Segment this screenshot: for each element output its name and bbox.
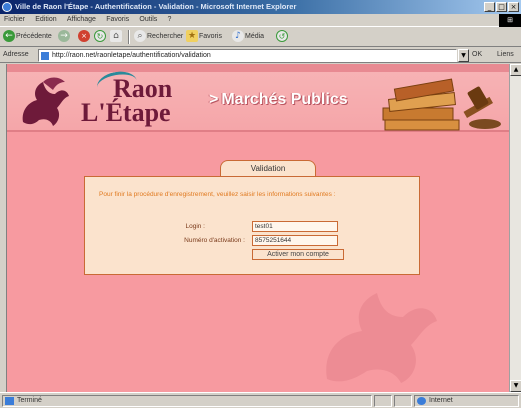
section-title-text: Marchés Publics <box>221 91 348 108</box>
media-button[interactable]: ♪ Média <box>232 30 264 44</box>
home-button[interactable]: ⌂ <box>110 30 123 44</box>
history-button[interactable]: ↺ <box>276 30 289 44</box>
zone-label: Internet <box>429 397 453 404</box>
login-field[interactable]: test01 <box>252 221 338 232</box>
refresh-icon: ↻ <box>94 30 106 43</box>
favorites-button[interactable]: ★ Favoris <box>186 30 222 44</box>
status-cell <box>374 395 392 407</box>
forward-button[interactable]: → <box>58 30 71 44</box>
address-url: http://raon.net/raonletape/authentificat… <box>52 52 211 59</box>
go-button[interactable]: OK <box>472 51 482 58</box>
back-label: Précédente <box>16 33 52 40</box>
standard-toolbar: ← Précédente → × ↻ ⌂ ⌕ Rechercher ★ Favoris… <box>0 27 521 47</box>
banner-top-strip <box>7 64 509 72</box>
stop-icon: × <box>78 30 90 43</box>
home-icon: ⌂ <box>110 30 122 43</box>
tab-validation: Validation <box>220 160 316 177</box>
menu-item-tools[interactable]: Outils <box>135 14 161 25</box>
close-button[interactable]: × <box>508 2 519 12</box>
toolbar-separator <box>128 30 130 44</box>
back-arrow-icon: ← <box>3 30 15 43</box>
menu-bar: Fichier Edition Affichage Favoris Outils… <box>0 14 521 27</box>
page-status-icon <box>5 397 14 405</box>
search-label: Rechercher <box>147 33 184 40</box>
stop-button[interactable]: × <box>78 30 91 44</box>
maximize-button[interactable]: □ <box>496 2 507 12</box>
section-chevron: > <box>209 91 219 108</box>
search-button[interactable]: ⌕ Rechercher <box>134 30 183 44</box>
page-icon <box>41 52 49 60</box>
address-input[interactable]: http://raon.net/raonletape/authentificat… <box>38 49 457 62</box>
section-title: > Marchés Publics <box>209 91 348 109</box>
window-title: Ville de Raon l'Étape - Authentification… <box>15 2 297 11</box>
menu-item-favorites[interactable]: Favoris <box>102 14 133 25</box>
browser-icon <box>2 2 12 12</box>
site-banner: Raon L'Étape > Marchés Publics <box>7 64 509 132</box>
address-bar: Adresse http://raon.net/raonletape/authe… <box>0 48 521 63</box>
menu-item-help[interactable]: ? <box>164 14 176 25</box>
scroll-up-icon[interactable]: ▲ <box>510 64 521 76</box>
law-books-gavel-image <box>382 78 501 131</box>
instruction-message: Pour finir la procédure d'enregistrement… <box>99 191 336 198</box>
menu-item-edit[interactable]: Edition <box>31 14 60 25</box>
windows-logo-icon: ⊞ <box>499 14 521 27</box>
history-icon: ↺ <box>276 30 288 43</box>
activation-code-label: Numéro d'activation : <box>184 237 245 244</box>
back-button[interactable]: ← Précédente <box>3 30 52 44</box>
security-zone: Internet <box>414 395 519 407</box>
login-label: Login : <box>185 223 205 230</box>
address-label: Adresse <box>3 51 29 58</box>
status-cell <box>394 395 412 407</box>
window-left-border <box>0 64 7 392</box>
validation-form-panel: Pour finir la procédure d'enregistrement… <box>84 176 420 275</box>
griffin-logo-icon <box>22 77 70 126</box>
status-text: Terminé <box>2 395 372 407</box>
refresh-button[interactable]: ↻ <box>94 30 107 44</box>
search-icon: ⌕ <box>134 30 146 43</box>
activation-code-field[interactable]: 8575251644 <box>252 235 338 246</box>
favorites-star-icon: ★ <box>186 30 198 43</box>
forward-arrow-icon: → <box>58 30 70 43</box>
griffin-watermark-icon <box>326 293 437 383</box>
status-bar: Terminé Internet <box>0 392 521 408</box>
logo-line-2: L'Étape <box>81 98 171 127</box>
scroll-down-icon[interactable]: ▼ <box>510 380 521 392</box>
menu-item-view[interactable]: Affichage <box>63 14 100 25</box>
status-label: Terminé <box>17 397 42 404</box>
minimize-button[interactable]: _ <box>484 2 495 12</box>
favorites-label: Favoris <box>199 33 222 40</box>
activate-account-button[interactable]: Activer mon compte <box>252 249 344 260</box>
links-button[interactable]: Liens <box>497 51 514 58</box>
internet-zone-icon <box>417 397 426 405</box>
media-icon: ♪ <box>232 30 244 43</box>
media-label: Média <box>245 33 265 40</box>
window-titlebar: Ville de Raon l'Étape - Authentification… <box>0 0 521 14</box>
address-dropdown-icon[interactable]: ▼ <box>458 49 469 62</box>
vertical-scrollbar[interactable]: ▲ ▼ <box>509 64 521 392</box>
menu-item-file[interactable]: Fichier <box>0 14 29 25</box>
page-viewport: Raon L'Étape > Marchés Publics Validation… <box>7 64 509 392</box>
